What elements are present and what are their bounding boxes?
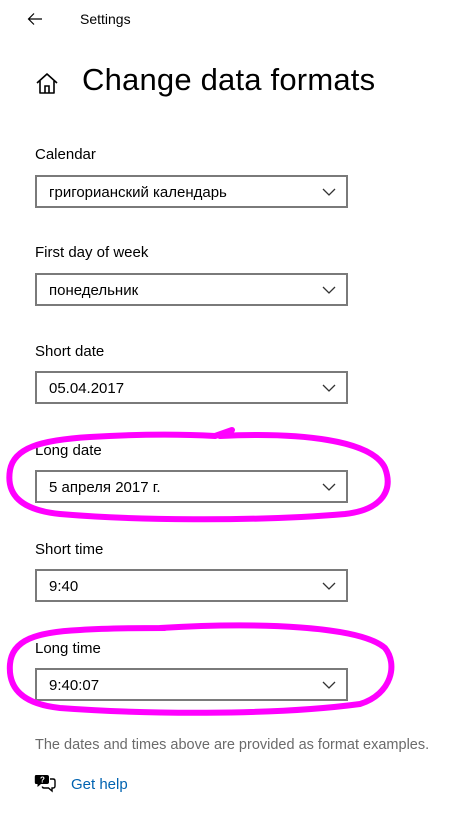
short-date-label: Short date [35, 343, 105, 360]
short-time-value: 9:40 [49, 578, 79, 595]
long-date-dropdown[interactable]: 5 апреля 2017 г. [35, 470, 348, 503]
chevron-down-icon [322, 188, 336, 196]
annotation-overlay [6, 427, 395, 716]
short-date-dropdown[interactable]: 05.04.2017 [35, 371, 348, 404]
calendar-label: Calendar [35, 146, 96, 163]
long-date-value: 5 апреля 2017 г. [49, 479, 161, 496]
window-title: Settings [80, 11, 131, 27]
get-help-link[interactable]: Get help [71, 776, 128, 793]
back-button[interactable] [22, 6, 48, 32]
long-time-value: 9:40:07 [49, 677, 100, 694]
long-time-label: Long time [35, 640, 101, 657]
chat-help-icon[interactable]: ? [34, 773, 56, 793]
chevron-down-icon [322, 582, 336, 590]
first-day-of-week-dropdown[interactable]: понедельник [35, 273, 348, 306]
chevron-down-icon [322, 286, 336, 294]
home-icon [36, 73, 58, 94]
chevron-down-icon [322, 384, 336, 392]
long-time-dropdown[interactable]: 9:40:07 [35, 668, 348, 701]
svg-text:?: ? [40, 776, 45, 785]
short-time-label: Short time [35, 541, 104, 558]
format-examples-note: The dates and times above are provided a… [35, 737, 430, 753]
calendar-dropdown[interactable]: григорианский календарь [35, 175, 348, 208]
chevron-down-icon [322, 483, 336, 491]
short-time-dropdown[interactable]: 9:40 [35, 569, 348, 602]
long-date-label: Long date [35, 442, 102, 459]
first-day-of-week-value: понедельник [49, 282, 139, 299]
chevron-down-icon [322, 681, 336, 689]
first-day-of-week-label: First day of week [35, 244, 149, 261]
calendar-value: григорианский календарь [49, 184, 227, 201]
arrow-left-icon [27, 13, 42, 25]
short-date-value: 05.04.2017 [49, 380, 125, 397]
page-title: Change data formats [82, 62, 376, 97]
